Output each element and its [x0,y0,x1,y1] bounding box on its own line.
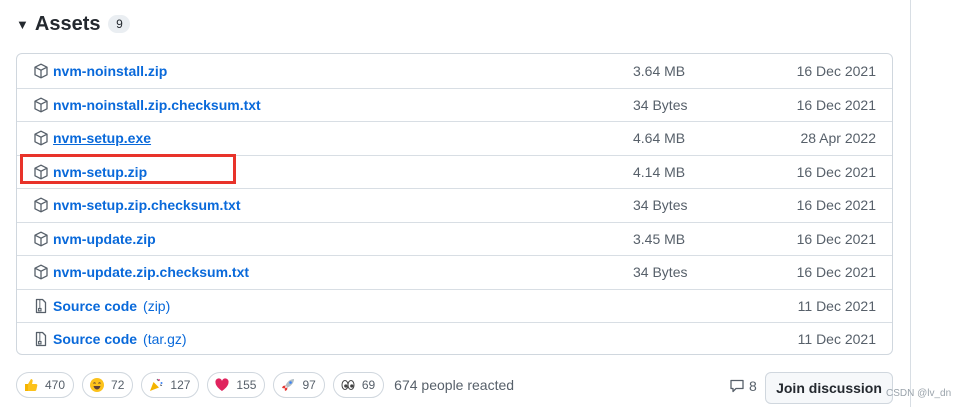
reaction-count: 155 [236,378,257,392]
package-icon [33,231,49,247]
asset-date: 16 Dec 2021 [796,62,876,79]
package-icon [33,63,49,79]
reaction-count: 72 [111,378,125,392]
asset-link[interactable]: nvm-setup.zip [53,164,147,180]
asset-row: Source code (tar.gz) 11 Dec 2021 [17,322,892,354]
asset-date: 16 Dec 2021 [796,163,876,180]
heart-icon [214,377,236,393]
asset-row: nvm-setup.exe 4.64 MB 28 Apr 2022 [17,121,892,155]
comment-icon [730,379,744,393]
assets-list: nvm-noinstall.zip 3.64 MB 16 Dec 2021 nvm-n… [16,53,893,355]
package-icon [33,164,49,180]
asset-name: nvm-noinstall.zip.checksum.txt [53,96,261,113]
asset-name: Source code [53,331,138,348]
asset-date: 16 Dec 2021 [796,197,876,214]
package-icon [33,197,49,213]
sidebar-divider [910,0,911,407]
reaction-count: 97 [302,378,316,392]
laugh-icon [89,377,111,393]
assets-count-badge: 9 [108,15,131,33]
asset-size: 4.64 MB [633,130,686,147]
asset-date: 28 Apr 2022 [800,130,876,147]
reaction-thumbs-up-button[interactable]: 470 [16,372,75,398]
asset-date: 11 Dec 2021 [797,297,876,314]
comment-count: 8 [749,378,757,394]
reaction-rocket-button[interactable]: 97 [273,372,325,398]
package-icon [33,130,49,146]
asset-size: 3.64 MB [633,62,686,79]
discussion-comment-count[interactable]: 8 [729,378,757,394]
rocket-icon [280,377,302,393]
asset-size: 34 Bytes [633,197,688,214]
caret-down-icon[interactable]: ▼ [16,17,29,32]
asset-date: 16 Dec 2021 [796,264,876,281]
asset-name: nvm-setup.exe [53,130,152,147]
eyes-icon [340,377,362,393]
file-zip-icon [33,298,49,314]
asset-link[interactable]: Source code (tar.gz) [53,331,187,347]
reaction-eyes-button[interactable]: 69 [332,372,385,398]
asset-size: 3.45 MB [633,230,686,247]
asset-row: nvm-noinstall.zip 3.64 MB 16 Dec 2021 [17,54,892,88]
package-icon [33,97,49,113]
asset-size: 34 Bytes [633,96,688,113]
assets-title: Assets [34,12,101,35]
asset-row: Source code (zip) 11 Dec 2021 [17,288,892,323]
thumbs-up-icon [23,377,45,393]
asset-name: Source code [53,297,138,314]
asset-format: (zip) [143,297,171,314]
asset-name: nvm-update.zip.checksum.txt [53,264,250,281]
asset-link[interactable]: nvm-setup.zip.checksum.txt [53,197,241,213]
reaction-heart-button[interactable]: 155 [207,372,266,398]
asset-row: nvm-setup.zip 4.14 MB 16 Dec 2021 [17,154,892,189]
hooray-icon [148,377,170,393]
reactions-bar: 470 72 127 155 97 69 674 people reacted [16,372,514,398]
asset-date: 16 Dec 2021 [796,230,876,247]
asset-row: nvm-noinstall.zip.checksum.txt 34 Bytes 16… [17,87,892,122]
reaction-count: 127 [170,378,191,392]
join-discussion-button[interactable]: Join discussion [765,372,893,404]
asset-name: nvm-setup.zip.checksum.txt [53,197,241,214]
asset-link[interactable]: nvm-noinstall.zip.checksum.txt [53,97,261,113]
asset-link[interactable]: nvm-update.zip.checksum.txt [53,264,249,280]
asset-link[interactable]: Source code (zip) [53,298,170,314]
assets-header[interactable]: ▼ Assets 9 [16,10,131,38]
asset-name: nvm-setup.zip [53,163,148,180]
asset-row: nvm-update.zip 3.45 MB 16 Dec 2021 [17,221,892,256]
reaction-count: 470 [45,378,66,392]
asset-date: 16 Dec 2021 [796,96,876,113]
asset-name: nvm-noinstall.zip [53,62,168,79]
asset-date: 11 Dec 2021 [797,331,876,348]
reaction-hooray-button[interactable]: 127 [141,372,200,398]
asset-name: nvm-update.zip [53,230,156,247]
asset-format: (tar.gz) [143,331,187,348]
watermark: CSDN @lv_dn [886,388,952,399]
asset-link[interactable]: nvm-setup.exe [53,130,151,146]
asset-size: 34 Bytes [633,264,688,281]
asset-link[interactable]: nvm-noinstall.zip [53,63,167,79]
reactions-summary: 674 people reacted [394,377,515,393]
asset-row: nvm-setup.zip.checksum.txt 34 Bytes 16 Dec… [17,188,892,222]
file-zip-icon [33,331,49,347]
reaction-count: 69 [361,378,376,392]
reaction-laugh-button[interactable]: 72 [82,372,134,398]
asset-row: nvm-update.zip.checksum.txt 34 Bytes 16 De… [17,255,892,289]
asset-link[interactable]: nvm-update.zip [53,231,156,247]
asset-size: 4.14 MB [633,163,686,180]
package-icon [33,264,49,280]
